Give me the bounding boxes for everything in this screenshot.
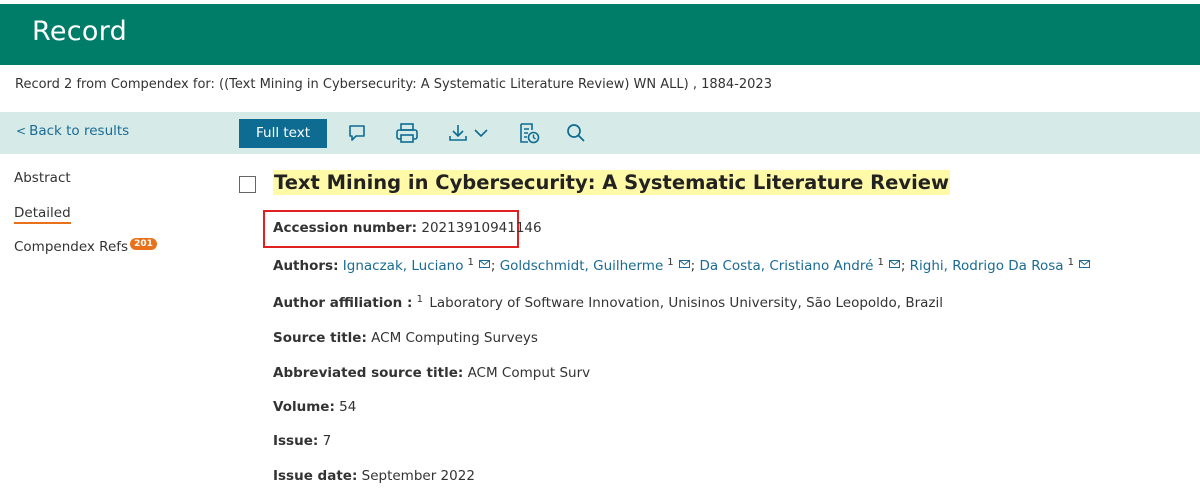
search-icon[interactable] <box>565 119 587 147</box>
chevron-down-icon[interactable] <box>471 119 491 147</box>
authors-label: Authors: <box>273 258 339 274</box>
affiliation-ref: 1 <box>416 294 424 305</box>
back-to-results-link[interactable]: < Back to results <box>16 123 129 139</box>
issue-date-label: Issue date: <box>273 468 358 484</box>
accession-value: 20213910941146 <box>421 220 542 236</box>
volume-field: Volume: 54 <box>273 399 356 415</box>
print-icon[interactable] <box>393 119 421 147</box>
back-to-results-label: Back to results <box>29 123 130 139</box>
page-header: Record <box>0 4 1200 65</box>
email-icon[interactable] <box>1078 256 1090 272</box>
select-record-checkbox[interactable] <box>239 176 256 193</box>
search-breadcrumb: Record 2 from Compendex for: ((Text Mini… <box>15 77 772 92</box>
affiliation-value: Laboratory of Software Innovation, Unisi… <box>429 295 944 311</box>
download-icon[interactable] <box>446 119 470 147</box>
nav-compendex-refs-label: Compendex Refs <box>14 239 129 255</box>
author-affiliation-ref: 1 <box>667 257 674 268</box>
accession-label: Accession number: <box>273 220 418 236</box>
abbrev-source-field: Abbreviated source title: ACM Comput Sur… <box>273 365 590 381</box>
affiliation-field: Author affiliation : 1 Laboratory of Sof… <box>273 294 944 311</box>
abbrev-source-value: ACM Comput Surv <box>467 365 591 381</box>
nav-detailed[interactable]: Detailed <box>14 205 71 224</box>
author-link[interactable]: Ignaczak, Luciano <box>343 258 464 274</box>
issue-date-value: September 2022 <box>361 468 475 484</box>
accession-number-field: Accession number: 20213910941146 <box>273 220 542 236</box>
chevron-left-icon: < <box>16 124 27 138</box>
author-separator: ; <box>900 258 906 274</box>
source-title-label: Source title: <box>273 330 367 346</box>
author-link[interactable]: Righi, Rodrigo Da Rosa <box>910 258 1064 274</box>
issue-value: 7 <box>322 433 332 449</box>
author-affiliation-ref: 1 <box>467 257 474 268</box>
refs-count-badge: 201 <box>130 238 157 250</box>
nav-compendex-refs[interactable]: Compendex Refs 201 <box>14 238 157 255</box>
author-affiliation-ref: 1 <box>1067 257 1074 268</box>
email-icon[interactable] <box>888 256 900 272</box>
affiliation-label: Author affiliation : <box>273 295 413 311</box>
source-title-field: Source title: ACM Computing Surveys <box>273 330 538 346</box>
full-text-button[interactable]: Full text <box>239 119 327 148</box>
nav-abstract[interactable]: Abstract <box>14 170 71 186</box>
email-icon[interactable] <box>478 256 490 272</box>
authors-field: Authors: Ignaczak, Luciano 1; Goldschmidt… <box>273 256 1091 274</box>
record-toolbar: < Back to results Full text <box>0 112 1200 154</box>
volume-label: Volume: <box>273 399 335 415</box>
page-title: Record <box>32 16 128 47</box>
author-link[interactable]: Da Costa, Cristiano André <box>700 258 874 274</box>
source-title-value: ACM Computing Surveys <box>371 330 538 346</box>
author-affiliation-ref: 1 <box>877 257 884 268</box>
volume-value: 54 <box>339 399 357 415</box>
issue-field: Issue: 7 <box>273 433 331 449</box>
record-title: Text Mining in Cybersecurity: A Systemat… <box>273 170 951 195</box>
issue-label: Issue: <box>273 433 319 449</box>
comment-icon[interactable] <box>345 119 369 147</box>
email-icon[interactable] <box>678 256 690 272</box>
author-separator: ; <box>690 258 696 274</box>
abbrev-source-label: Abbreviated source title: <box>273 365 464 381</box>
author-separator: ; <box>490 258 496 274</box>
author-link[interactable]: Goldschmidt, Guilherme <box>500 258 664 274</box>
history-icon[interactable] <box>516 119 542 147</box>
issue-date-field: Issue date: September 2022 <box>273 468 475 484</box>
